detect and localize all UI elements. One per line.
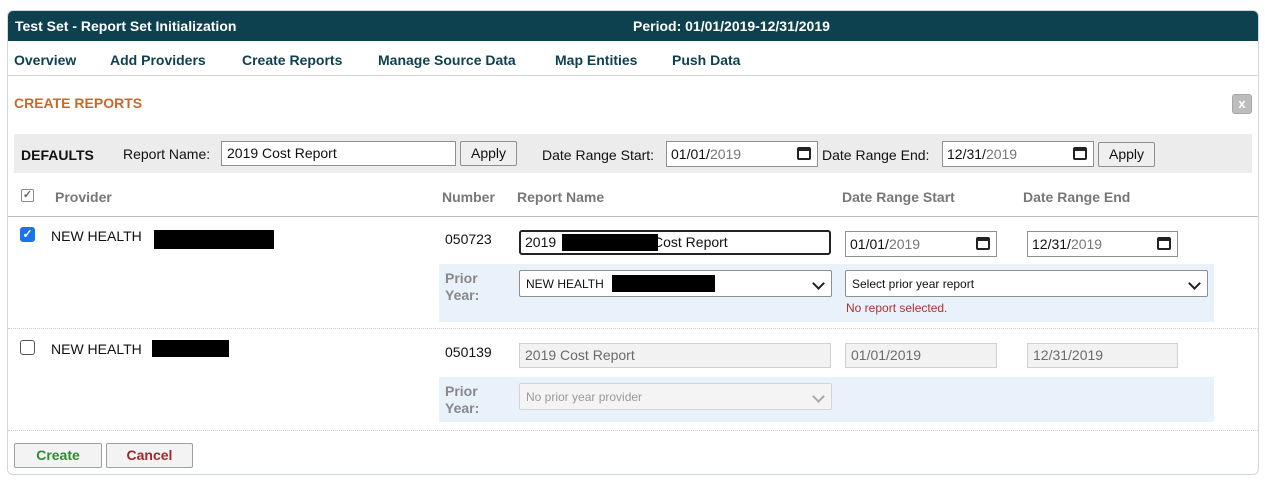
provider-number: 050723 <box>445 231 492 247</box>
calendar-icon[interactable] <box>797 147 811 160</box>
title-bar: Test Set - Report Set Initialization Per… <box>8 11 1258 41</box>
nav-push-data[interactable]: Push Data <box>672 52 740 68</box>
nav-overview[interactable]: Overview <box>14 52 76 68</box>
date-start-label: Date Range Start: <box>542 147 655 163</box>
nav-add-providers[interactable]: Add Providers <box>110 52 206 68</box>
validation-error: No report selected. <box>846 301 948 315</box>
create-button[interactable]: Create <box>14 443 102 468</box>
close-icon[interactable]: x <box>1232 94 1252 114</box>
nav-map-entities[interactable]: Map Entities <box>555 52 637 68</box>
row-checkbox[interactable]: ✓ <box>20 227 35 242</box>
report-set-dialog: Test Set - Report Set Initialization Per… <box>7 10 1259 475</box>
defaults-label: DEFAULTS <box>21 147 94 163</box>
default-date-start-input[interactable]: 01/01/2019 <box>666 141 818 167</box>
date-end-input[interactable]: 12/31/2019 <box>1027 231 1178 257</box>
nav-bar: Overview Add Providers Create Reports Ma… <box>8 41 1258 76</box>
chevron-down-icon <box>1188 277 1201 290</box>
apply-report-name-button[interactable]: Apply <box>460 141 517 166</box>
prior-provider-select[interactable]: No prior year provider <box>519 383 832 410</box>
date-end-input[interactable]: 12/31/2019 <box>1027 343 1178 368</box>
provider-number: 050139 <box>445 344 492 360</box>
header-number: Number <box>442 189 495 205</box>
header-provider: Provider <box>55 189 112 205</box>
prior-year-label: Prior Year: <box>445 383 480 416</box>
calendar-icon[interactable] <box>1157 237 1171 250</box>
prior-report-select[interactable]: Select prior year report <box>845 270 1208 297</box>
redaction-block <box>562 234 658 251</box>
default-report-name-input[interactable]: 2019 Cost Report <box>221 141 456 166</box>
redaction-block <box>154 230 274 249</box>
cancel-button[interactable]: Cancel <box>106 443 193 468</box>
report-name-input[interactable]: 2019 Cost Report <box>519 343 831 368</box>
row-divider <box>8 430 1258 431</box>
header-report-name: Report Name <box>517 189 605 205</box>
window-title: Test Set - Report Set Initialization <box>15 18 237 34</box>
section-title: CREATE REPORTS <box>14 95 143 111</box>
row-checkbox[interactable] <box>20 340 35 355</box>
select-all-checkbox[interactable]: ✓ <box>21 189 34 202</box>
report-name-label: Report Name: <box>123 146 211 162</box>
provider-name: NEW HEALTH <box>51 228 142 244</box>
defaults-bar: DEFAULTS Report Name: 2019 Cost Report A… <box>14 134 1252 173</box>
redaction-block <box>152 340 229 357</box>
calendar-icon[interactable] <box>1073 147 1087 160</box>
table-header: ✓ Provider Number Report Name Date Range… <box>8 179 1258 217</box>
prior-year-label: Prior Year: <box>445 270 480 303</box>
provider-name: NEW HEALTH <box>51 341 142 357</box>
date-start-input[interactable]: 01/01/2019 <box>845 231 997 257</box>
chevron-down-icon <box>812 390 825 403</box>
date-start-input[interactable]: 01/01/2019 <box>845 343 997 368</box>
period-label: Period: 01/01/2019-12/31/2019 <box>633 18 830 34</box>
redaction-block <box>612 275 715 292</box>
header-date-end: Date Range End <box>1023 189 1131 205</box>
header-date-start: Date Range Start <box>842 189 955 205</box>
date-end-label: Date Range End: <box>822 147 930 163</box>
chevron-down-icon <box>812 277 825 290</box>
nav-manage-source-data[interactable]: Manage Source Data <box>378 52 516 68</box>
calendar-icon[interactable] <box>976 237 990 250</box>
default-date-end-input[interactable]: 12/31/2019 <box>942 141 1094 167</box>
apply-dates-button[interactable]: Apply <box>1098 142 1155 167</box>
nav-create-reports[interactable]: Create Reports <box>242 52 342 68</box>
row-divider <box>8 328 1258 329</box>
